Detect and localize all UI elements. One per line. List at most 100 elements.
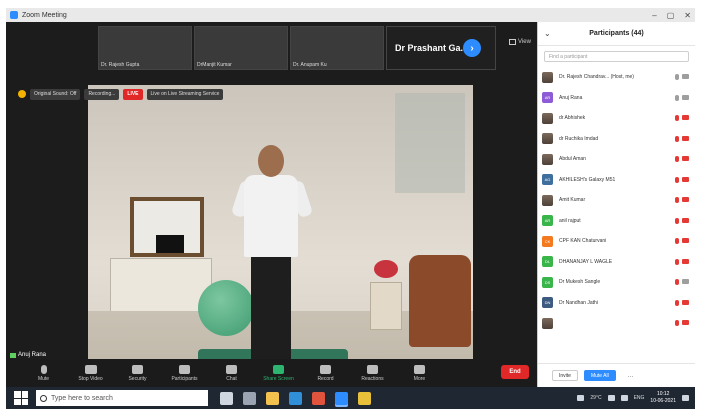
reactions-button[interactable]: Reactions bbox=[349, 364, 396, 382]
live-badge[interactable]: LIVE bbox=[123, 88, 143, 100]
window-light bbox=[395, 93, 465, 193]
more-options-button[interactable]: ... bbox=[621, 370, 640, 381]
window-controls: – ▢ ✕ bbox=[652, 8, 691, 22]
maximize-button[interactable]: ▢ bbox=[667, 11, 675, 20]
mic-muted-icon[interactable] bbox=[675, 238, 679, 245]
exercise-ball bbox=[198, 280, 254, 336]
invite-button[interactable]: Invite bbox=[552, 370, 578, 381]
clock[interactable]: 10:12 10-06-2021 bbox=[650, 391, 676, 405]
participant-row[interactable]: Dr. Rajesh Chandrav... (Host, me) bbox=[542, 67, 691, 88]
chrome-icon[interactable] bbox=[358, 391, 371, 405]
participant-row[interactable]: dr Ruchika Imdad bbox=[542, 129, 691, 150]
notifications-icon[interactable] bbox=[682, 395, 689, 401]
camera-icon[interactable] bbox=[682, 279, 689, 285]
camera-off-icon[interactable] bbox=[682, 299, 689, 305]
participant-row[interactable]: DL DHANANJAY L WAGLE bbox=[542, 252, 691, 273]
participant-avatar: DN bbox=[542, 297, 553, 309]
camera-off-icon[interactable] bbox=[682, 238, 689, 244]
mic-icon[interactable] bbox=[675, 74, 679, 81]
zoom-taskbar-icon[interactable] bbox=[335, 391, 348, 405]
windows-start-icon[interactable] bbox=[14, 391, 28, 405]
participant-row[interactable]: Amit Kumar bbox=[542, 190, 691, 211]
next-page-arrow-icon[interactable]: › bbox=[463, 39, 481, 57]
mic-muted-icon[interactable] bbox=[675, 217, 679, 224]
mic-muted-icon[interactable] bbox=[675, 156, 679, 163]
participant-name: Dr Nandhan Jathi bbox=[559, 299, 598, 306]
more-button[interactable]: More bbox=[396, 364, 443, 382]
mic-muted-icon[interactable] bbox=[675, 258, 679, 265]
live-streaming-status[interactable]: Live on Live Streaming Service bbox=[146, 88, 224, 100]
participant-row[interactable]: AR anil rajput bbox=[542, 211, 691, 232]
mic-muted-icon[interactable] bbox=[675, 320, 679, 327]
participant-row[interactable]: DS Dr Mukesh Sangle bbox=[542, 272, 691, 293]
original-sound-toggle[interactable]: Original Sound: Off bbox=[30, 88, 81, 100]
mute-all-button[interactable]: Mute All bbox=[583, 370, 616, 381]
end-meeting-button[interactable]: End bbox=[501, 365, 529, 379]
cortana-icon[interactable] bbox=[220, 391, 233, 405]
participants-button[interactable]: Participants bbox=[161, 364, 208, 382]
camera-icon[interactable] bbox=[682, 94, 689, 100]
view-button[interactable]: View bbox=[509, 39, 531, 45]
security-button[interactable]: Security bbox=[114, 364, 161, 382]
camera-icon[interactable] bbox=[682, 74, 689, 80]
camera-off-icon[interactable] bbox=[682, 320, 689, 326]
mic-icon[interactable] bbox=[675, 94, 679, 101]
participant-row[interactable]: AG AKHILESH's Galaxy M51 bbox=[542, 170, 691, 191]
mic-muted-icon[interactable] bbox=[675, 115, 679, 122]
network-icon[interactable] bbox=[607, 395, 615, 401]
participant-status bbox=[675, 299, 689, 306]
flower-vase bbox=[374, 260, 398, 278]
mic-muted-icon[interactable] bbox=[675, 197, 679, 204]
participant-status bbox=[675, 74, 689, 81]
video-thumbnail[interactable]: Dr. Rajesh Gupta bbox=[98, 26, 192, 70]
participant-avatar: AG bbox=[542, 174, 553, 186]
clock-date: 10-06-2021 bbox=[650, 398, 676, 404]
mic-muted-icon[interactable] bbox=[675, 176, 679, 183]
file-explorer-icon[interactable] bbox=[266, 391, 279, 405]
mic-muted-icon[interactable] bbox=[675, 135, 679, 142]
participant-row[interactable]: CK CPF KAN Chaturvani bbox=[542, 231, 691, 252]
mic-muted-icon[interactable] bbox=[675, 299, 679, 306]
participant-status bbox=[675, 176, 689, 183]
participant-name: dr Abhishek bbox=[559, 115, 586, 122]
close-button[interactable]: ✕ bbox=[684, 11, 691, 20]
active-speaker-video[interactable] bbox=[88, 85, 473, 381]
panel-header: ⌄ Participants (44) bbox=[538, 22, 695, 46]
camera-off-icon[interactable] bbox=[682, 156, 689, 162]
language-indicator[interactable]: ENG bbox=[634, 395, 645, 401]
participant-row[interactable]: AR Anuj Rana bbox=[542, 88, 691, 109]
stop-video-button[interactable]: Stop Video bbox=[67, 364, 114, 382]
camera-off-icon[interactable] bbox=[682, 217, 689, 223]
share-screen-button[interactable]: Share Screen bbox=[255, 364, 302, 382]
task-view-icon[interactable] bbox=[243, 391, 256, 405]
video-thumbnail[interactable]: DrManjit Kumar bbox=[194, 26, 288, 70]
camera-off-icon[interactable] bbox=[682, 258, 689, 264]
collapse-chevron-icon[interactable]: ⌄ bbox=[544, 29, 551, 38]
participant-row[interactable]: Abdul Aman bbox=[542, 149, 691, 170]
volume-icon[interactable] bbox=[620, 395, 628, 401]
camera-off-icon[interactable] bbox=[682, 176, 689, 182]
store-icon[interactable] bbox=[312, 391, 325, 405]
video-thumbnail[interactable]: Dr. Anupam Ku bbox=[290, 26, 384, 70]
recording-indicator[interactable]: Recording... bbox=[84, 88, 120, 100]
camera-off-icon[interactable] bbox=[682, 197, 689, 203]
participant-name: CPF KAN Chaturvani bbox=[559, 238, 607, 245]
minimize-button[interactable]: – bbox=[652, 11, 656, 20]
taskbar-search-box[interactable]: Type here to search bbox=[36, 390, 208, 406]
participant-name: Abdul Aman bbox=[559, 156, 586, 163]
camera-off-icon[interactable] bbox=[682, 115, 689, 121]
edge-icon[interactable] bbox=[289, 391, 302, 405]
participant-search-input[interactable]: Find a participant bbox=[544, 51, 689, 62]
weather-icon[interactable] bbox=[577, 395, 585, 401]
record-button[interactable]: Record bbox=[302, 364, 349, 382]
toolbar-label: Participants bbox=[171, 375, 198, 382]
camera-off-icon[interactable] bbox=[682, 135, 689, 141]
mic-muted-icon[interactable] bbox=[675, 279, 679, 286]
mute-button[interactable]: Mute bbox=[20, 364, 67, 382]
participant-name: Amit Kumar bbox=[559, 197, 586, 204]
encryption-shield-icon[interactable] bbox=[18, 90, 26, 98]
participant-row[interactable]: DN Dr Nandhan Jathi bbox=[542, 293, 691, 314]
chat-button[interactable]: Chat bbox=[208, 364, 255, 382]
participant-row[interactable]: dr Abhishek bbox=[542, 108, 691, 129]
participant-row[interactable] bbox=[542, 313, 691, 334]
